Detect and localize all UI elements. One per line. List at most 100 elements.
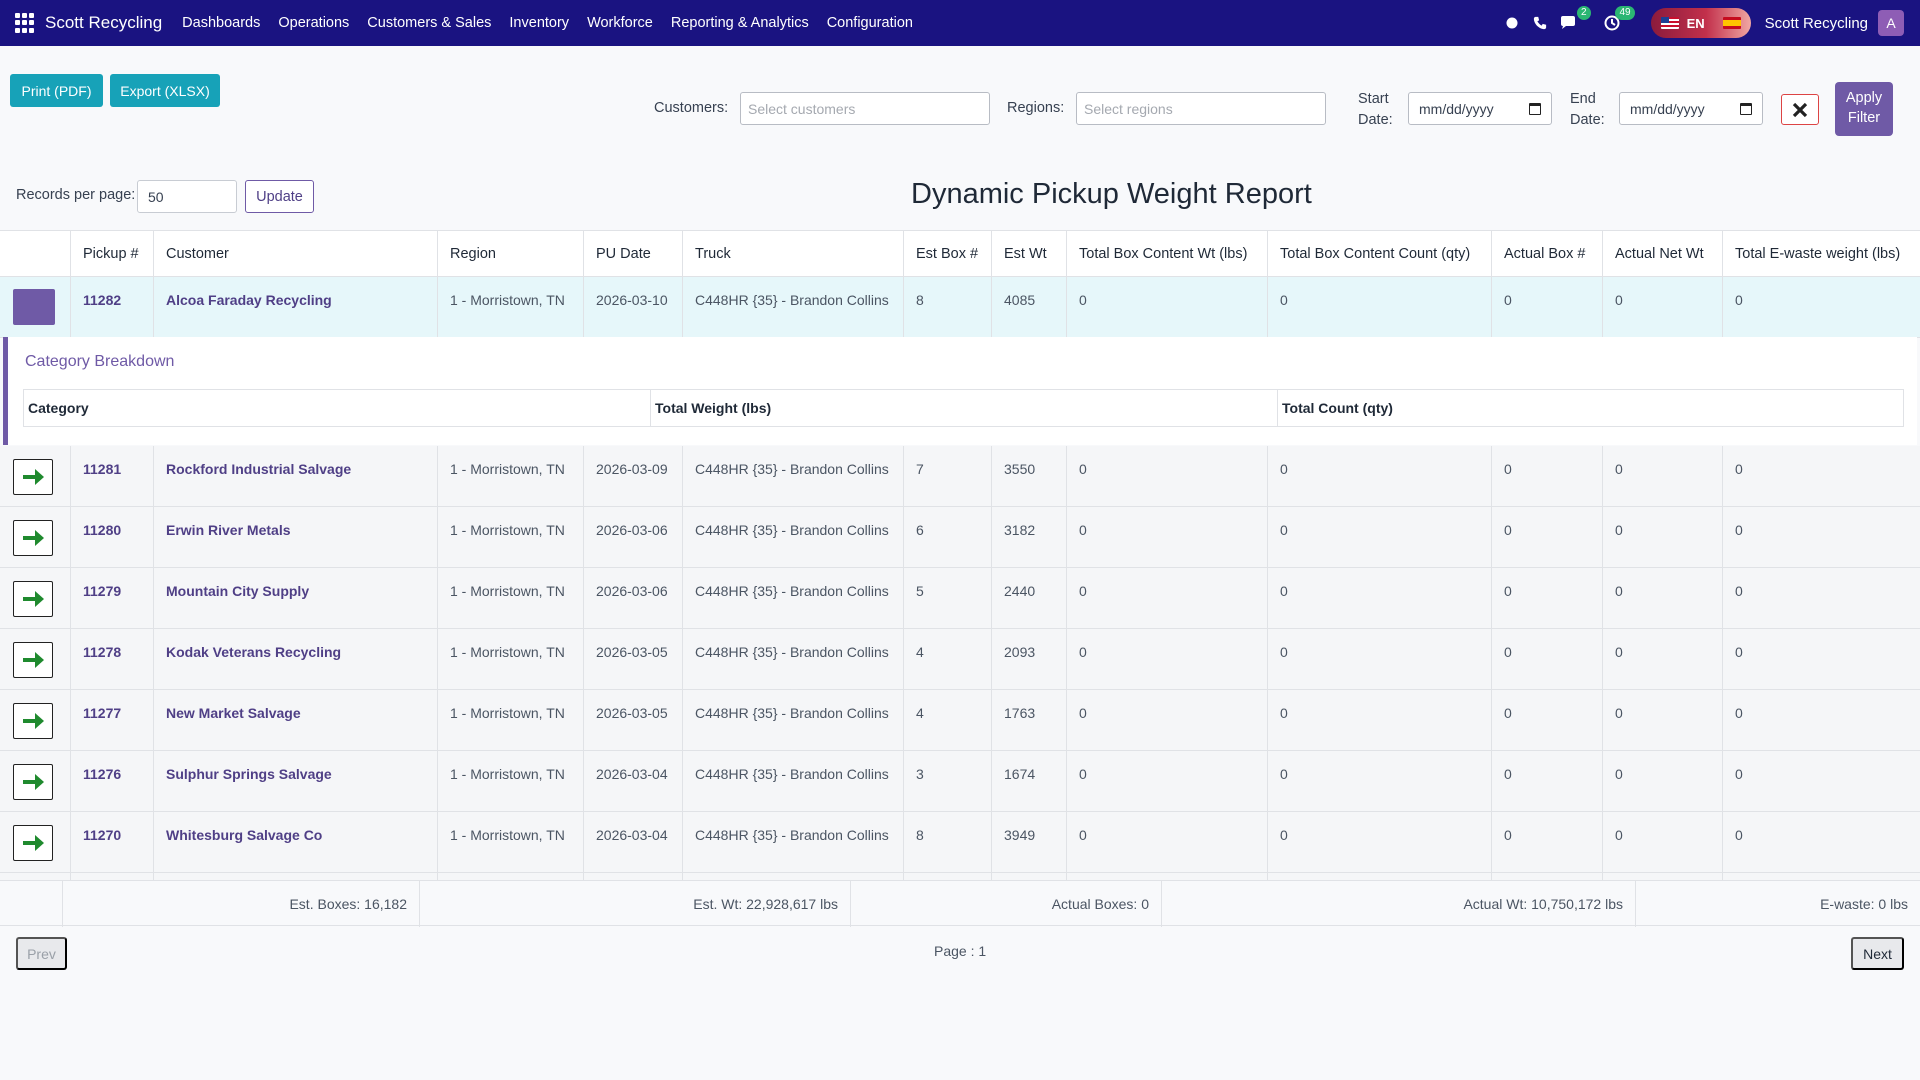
total-box-content-wt: 0 bbox=[1067, 690, 1268, 750]
customers-select[interactable]: Select customers bbox=[740, 92, 990, 125]
activity-clock-icon[interactable]: 49 bbox=[1601, 6, 1635, 34]
breakdown-header-count: Total Count (qty) bbox=[1282, 400, 1393, 416]
header-total-box-content-count[interactable]: Total Box Content Count (qty) bbox=[1268, 231, 1492, 276]
calendar-icon[interactable] bbox=[1740, 102, 1752, 115]
collapse-row-button[interactable] bbox=[13, 289, 55, 325]
header-pickup[interactable]: Pickup # bbox=[71, 231, 154, 276]
menu-customers-sales[interactable]: Customers & Sales bbox=[367, 15, 491, 31]
table-row[interactable]: 11279 Mountain City Supply 1 - Morristow… bbox=[0, 568, 1920, 629]
pickup-number[interactable]: 11270 bbox=[71, 812, 154, 872]
actual-box: 0 bbox=[1492, 568, 1603, 628]
pickup-number[interactable]: 11279 bbox=[71, 568, 154, 628]
table-row[interactable]: 11278 Kodak Veterans Recycling 1 - Morri… bbox=[0, 629, 1920, 690]
chat-icon[interactable]: 2 bbox=[1557, 6, 1591, 34]
customer-name[interactable]: Rockford Industrial Salvage bbox=[154, 446, 438, 506]
customer-name[interactable]: New Market Salvage bbox=[154, 690, 438, 750]
pickup-number[interactable]: 11276 bbox=[71, 751, 154, 811]
language-switcher[interactable]: EN bbox=[1650, 8, 1751, 38]
header-region[interactable]: Region bbox=[438, 231, 584, 276]
header-customer[interactable]: Customer bbox=[154, 231, 438, 276]
header-truck[interactable]: Truck bbox=[683, 231, 904, 276]
status-dot-icon[interactable] bbox=[1501, 12, 1523, 34]
pickup-number[interactable]: 11278 bbox=[71, 629, 154, 689]
pickup-number[interactable]: 11277 bbox=[71, 690, 154, 750]
est-box: 6 bbox=[904, 507, 992, 567]
menu-configuration[interactable]: Configuration bbox=[827, 15, 913, 31]
truck: C448HR {35} - Brandon Collins bbox=[683, 568, 904, 628]
expand-row-button[interactable] bbox=[13, 459, 53, 495]
header-actual-box[interactable]: Actual Box # bbox=[1492, 231, 1603, 276]
customer-name[interactable]: Whitesburg Salvage Co bbox=[154, 812, 438, 872]
menu-operations[interactable]: Operations bbox=[278, 15, 349, 31]
calendar-icon[interactable] bbox=[1529, 102, 1541, 115]
region: 1 - Morristown, TN bbox=[438, 751, 584, 811]
expand-row-button[interactable] bbox=[13, 825, 53, 861]
brand-name[interactable]: Scott Recycling bbox=[45, 13, 162, 33]
prev-page-button[interactable]: Prev bbox=[16, 937, 67, 970]
header-total-ewaste-wt[interactable]: Total E-waste weight (lbs) bbox=[1723, 231, 1920, 276]
end-date-input[interactable]: mm/dd/yyyy bbox=[1619, 92, 1763, 125]
total-box-content-count: 0 bbox=[1268, 812, 1492, 872]
table-row[interactable]: 11277 New Market Salvage 1 - Morristown,… bbox=[0, 690, 1920, 751]
menu-inventory[interactable]: Inventory bbox=[509, 15, 569, 31]
pickup-number[interactable]: 11282 bbox=[71, 277, 154, 337]
est-wt: 3949 bbox=[992, 812, 1067, 872]
regions-select[interactable]: Select regions bbox=[1076, 92, 1326, 125]
apply-filter-button[interactable]: Apply Filter bbox=[1835, 82, 1893, 136]
actual-box: 0 bbox=[1492, 446, 1603, 506]
table-row[interactable]: 11280 Erwin River Metals 1 - Morristown,… bbox=[0, 507, 1920, 568]
table-row[interactable]: 11282 Alcoa Faraday Recycling 1 - Morris… bbox=[0, 277, 1920, 338]
records-per-page-input[interactable]: 50 bbox=[137, 180, 237, 213]
table-row[interactable]: 11270 Whitesburg Salvage Co 1 - Morristo… bbox=[0, 812, 1920, 873]
print-pdf-button[interactable]: Print (PDF) bbox=[10, 74, 103, 107]
region: 1 - Morristown, TN bbox=[438, 277, 584, 337]
start-date-value: mm/dd/yyyy bbox=[1419, 100, 1494, 117]
truck: C448HR {35} - Brandon Collins bbox=[683, 690, 904, 750]
next-page-button[interactable]: Next bbox=[1851, 937, 1904, 970]
start-date-input[interactable]: mm/dd/yyyy bbox=[1408, 92, 1552, 125]
table-row[interactable]: 11281 Rockford Industrial Salvage 1 - Mo… bbox=[0, 446, 1920, 507]
header-est-wt[interactable]: Est Wt bbox=[992, 231, 1067, 276]
category-breakdown-title: Category Breakdown bbox=[25, 353, 175, 370]
expand-cell bbox=[0, 446, 71, 506]
header-pu-date[interactable]: PU Date bbox=[584, 231, 683, 276]
menu-workforce[interactable]: Workforce bbox=[587, 15, 653, 31]
total-box-content-count: 0 bbox=[1268, 690, 1492, 750]
clear-filter-button[interactable] bbox=[1781, 94, 1819, 125]
expand-row-button[interactable] bbox=[13, 642, 53, 678]
total-box-content-count: 0 bbox=[1268, 751, 1492, 811]
company-name[interactable]: Scott Recycling bbox=[1765, 15, 1868, 32]
expand-cell bbox=[0, 690, 71, 750]
est-box: 4 bbox=[904, 629, 992, 689]
navbar-right: 2 49 EN Scott Recycling A bbox=[1501, 0, 1920, 46]
header-est-box[interactable]: Est Box # bbox=[904, 231, 992, 276]
customer-name[interactable]: Erwin River Metals bbox=[154, 507, 438, 567]
truck: C448HR {35} - Brandon Collins bbox=[683, 751, 904, 811]
expand-row-button[interactable] bbox=[13, 581, 53, 617]
expand-row-button[interactable] bbox=[13, 764, 53, 800]
update-button[interactable]: Update bbox=[245, 180, 314, 213]
apps-grid-icon[interactable] bbox=[15, 13, 35, 33]
table-row[interactable]: 11276 Sulphur Springs Salvage 1 - Morris… bbox=[0, 751, 1920, 812]
est-wt: 1763 bbox=[992, 690, 1067, 750]
customer-name[interactable]: Kodak Veterans Recycling bbox=[154, 629, 438, 689]
arrow-right-icon bbox=[23, 774, 44, 790]
customer-name[interactable]: Sulphur Springs Salvage bbox=[154, 751, 438, 811]
header-actual-net-wt[interactable]: Actual Net Wt bbox=[1603, 231, 1723, 276]
menu-dashboards[interactable]: Dashboards bbox=[182, 15, 260, 31]
phone-icon[interactable] bbox=[1529, 12, 1551, 34]
customer-name[interactable]: Alcoa Faraday Recycling bbox=[154, 277, 438, 337]
menu-reporting-analytics[interactable]: Reporting & Analytics bbox=[671, 15, 809, 31]
pickup-table: Pickup # Customer Region PU Date Truck E… bbox=[0, 230, 1920, 880]
expand-cell bbox=[0, 751, 71, 811]
header-total-box-content-wt[interactable]: Total Box Content Wt (lbs) bbox=[1067, 231, 1268, 276]
pickup-number[interactable]: 11280 bbox=[71, 507, 154, 567]
user-avatar[interactable]: A bbox=[1878, 10, 1904, 36]
expand-row-button[interactable] bbox=[13, 520, 53, 556]
pickup-number[interactable]: 11281 bbox=[71, 446, 154, 506]
export-xlsx-button[interactable]: Export (XLSX) bbox=[110, 74, 220, 107]
est-wt: 1674 bbox=[992, 751, 1067, 811]
expand-row-button[interactable] bbox=[13, 703, 53, 739]
total-ewaste-wt: 0 bbox=[1735, 827, 1743, 843]
customer-name[interactable]: Mountain City Supply bbox=[154, 568, 438, 628]
